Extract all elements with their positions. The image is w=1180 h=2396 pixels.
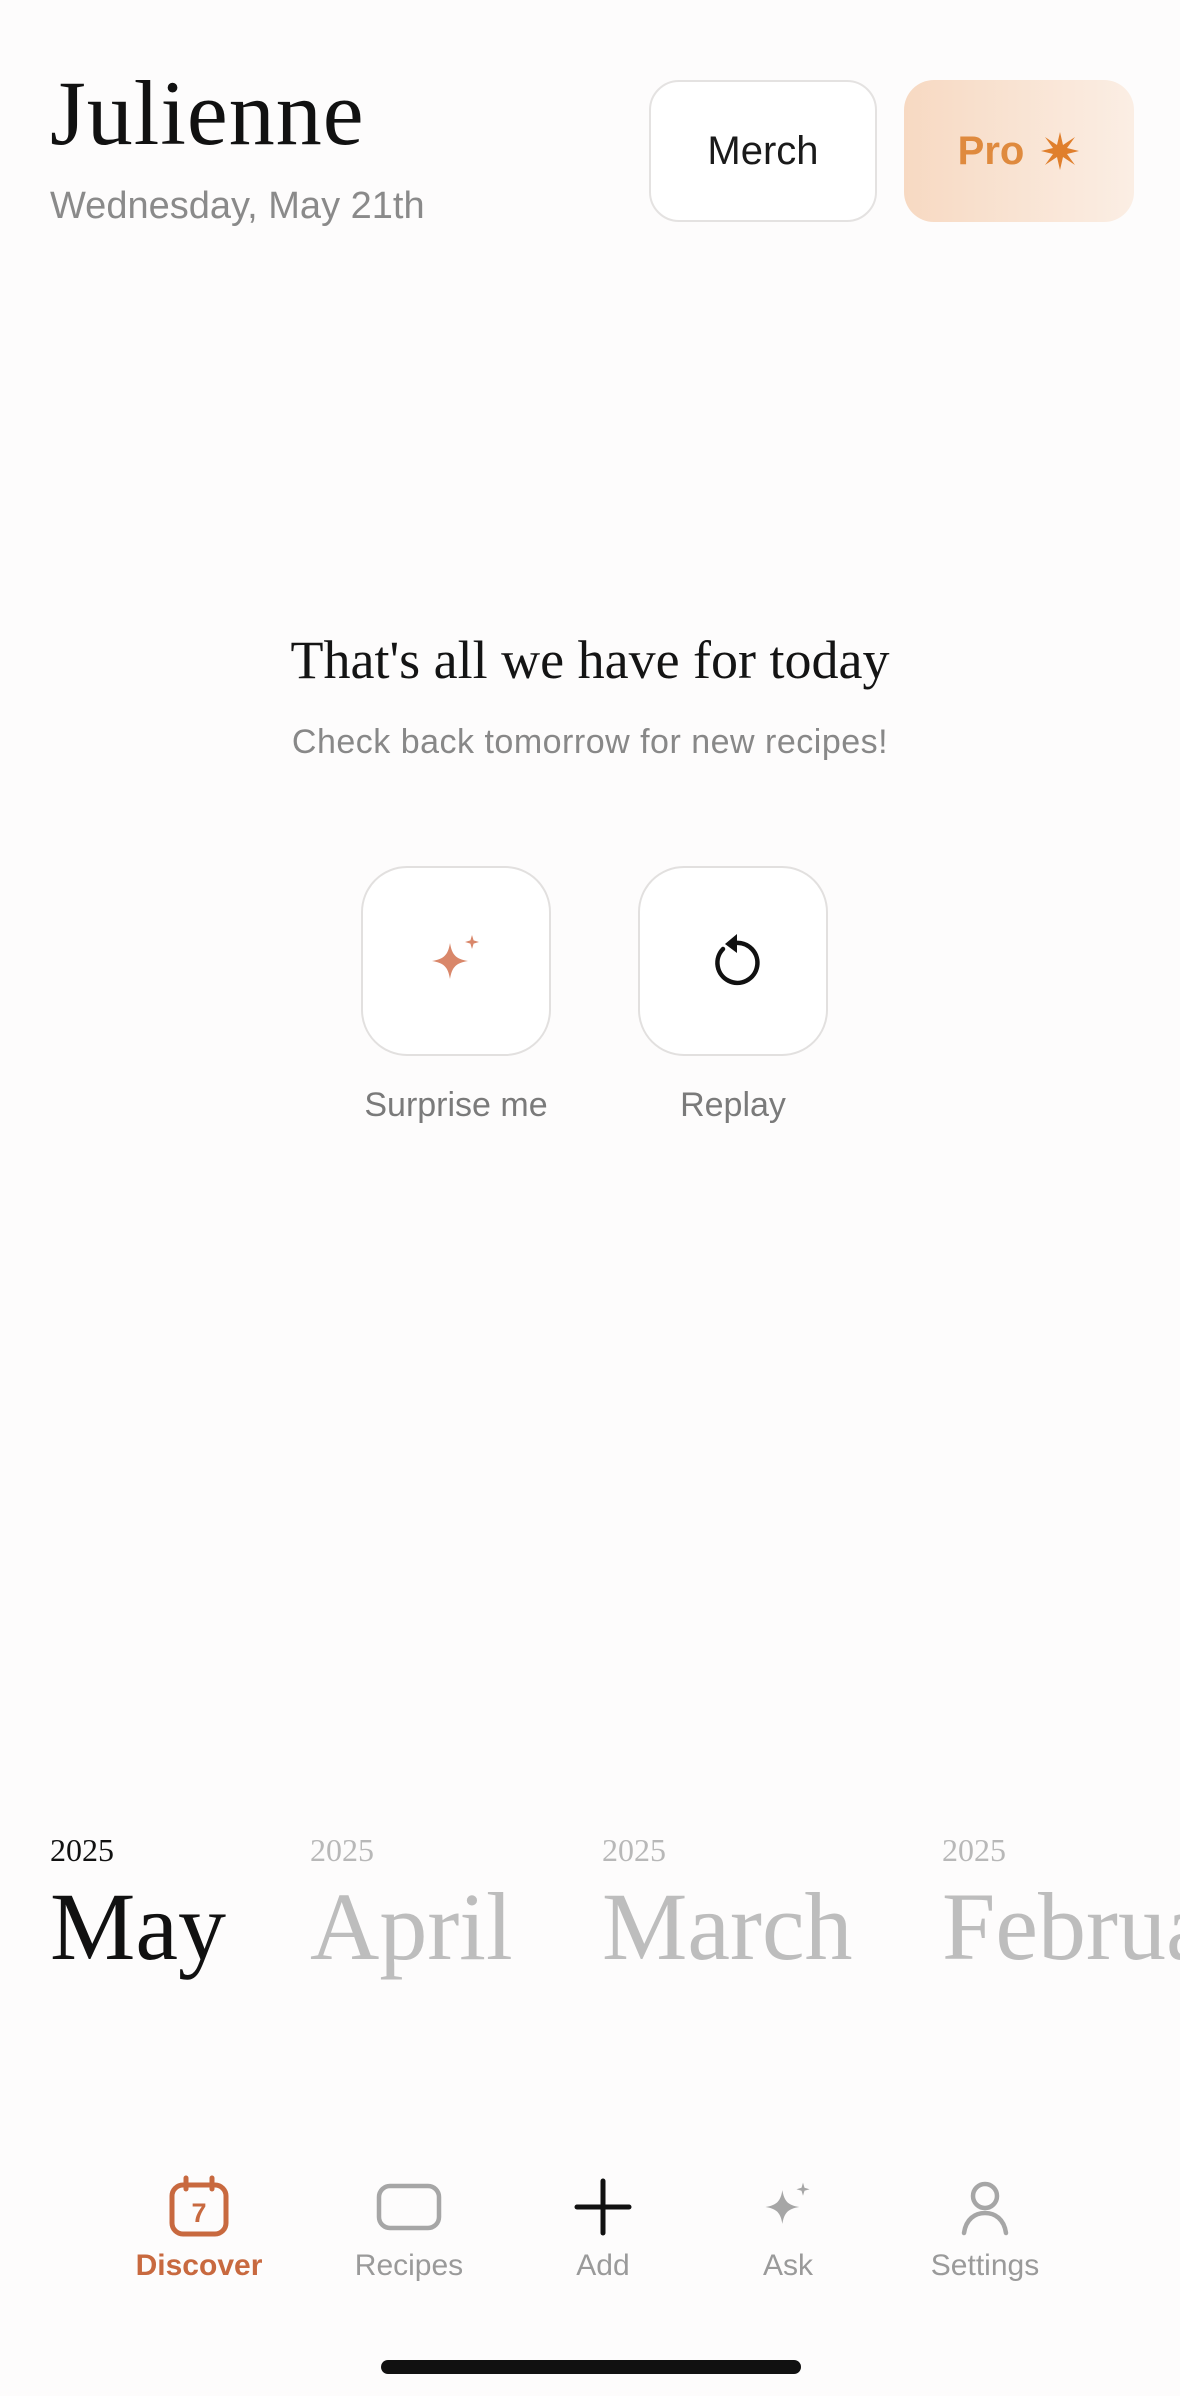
tab-add[interactable]: Add [518, 2172, 688, 2292]
replay-button[interactable] [638, 866, 828, 1056]
replay-label: Replay [680, 1086, 786, 1124]
plus-icon [568, 2172, 638, 2242]
calendar-icon: 7 [164, 2172, 234, 2242]
month-february[interactable]: 2025 February [942, 1830, 1180, 1982]
sunburst-icon [1041, 132, 1080, 170]
month-name: May [50, 1873, 226, 1980]
tab-bar: 7 Discover Recipes Add Ask Settings [0, 2150, 1180, 2300]
month-april[interactable]: 2025 April [310, 1830, 513, 1982]
surprise-me-button[interactable] [361, 866, 551, 1056]
home-indicator [381, 2360, 801, 2374]
tab-recipes[interactable]: Recipes [324, 2172, 494, 2292]
sparkle-icon [432, 935, 479, 979]
tab-discover[interactable]: 7 Discover [114, 2172, 284, 2292]
month-name: April [310, 1873, 513, 1980]
sparkle-icon [753, 2172, 823, 2242]
date-label: Wednesday, May 21th [50, 185, 425, 227]
merch-button-label: Merch [707, 128, 819, 173]
tab-settings[interactable]: Settings [900, 2172, 1070, 2292]
pro-button[interactable]: Pro [904, 80, 1134, 222]
month-name: March [602, 1873, 853, 1980]
calendar-badge: 7 [191, 2198, 206, 2228]
card-icon [374, 2172, 444, 2242]
replay-icon [715, 934, 760, 986]
merch-button[interactable]: Merch [649, 80, 877, 222]
month-may[interactable]: 2025 May [50, 1830, 226, 1982]
month-year: 2025 [310, 1832, 374, 1868]
app-title: Julienne [50, 62, 365, 164]
tab-settings-label: Settings [930, 2249, 1040, 2282]
month-march[interactable]: 2025 March [602, 1830, 853, 1982]
month-year: 2025 [602, 1832, 666, 1868]
surprise-me-label: Surprise me [364, 1086, 548, 1124]
tab-add-label: Add [576, 2249, 630, 2282]
tab-discover-label: Discover [135, 2249, 263, 2282]
tab-recipes-label: Recipes [354, 2249, 464, 2282]
person-icon [950, 2172, 1020, 2242]
empty-state-subtitle: Check back tomorrow for new recipes! [291, 723, 889, 761]
empty-state-title: That's all we have for today [290, 630, 890, 690]
tab-ask-label: Ask [762, 2249, 813, 2282]
month-year: 2025 [942, 1832, 1006, 1868]
pro-button-label: Pro [957, 128, 1025, 173]
month-name: February [942, 1873, 1180, 1980]
discover-screen: Julienne Wednesday, May 21th Merch Pro T… [0, 0, 1180, 2396]
month-year: 2025 [50, 1832, 114, 1868]
tab-ask[interactable]: Ask [703, 2172, 873, 2292]
